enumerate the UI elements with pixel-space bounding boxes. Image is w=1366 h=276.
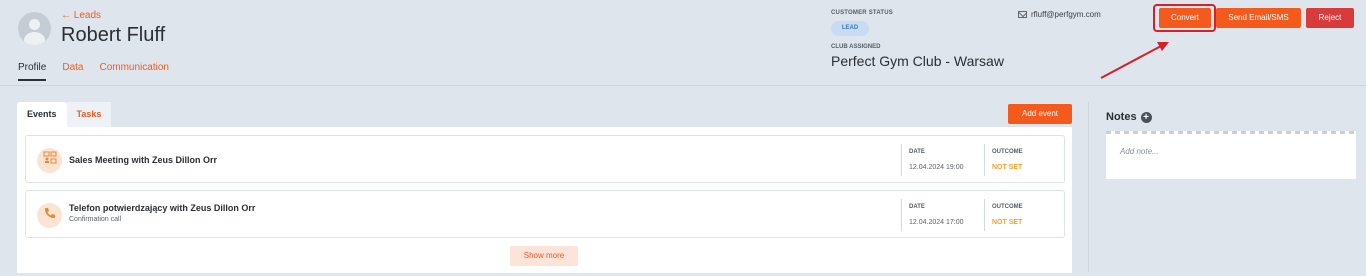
events-tasks-tabs: Events Tasks	[17, 102, 112, 127]
date-label: DATE	[909, 149, 925, 155]
email-contact[interactable]: rfluff@perfgym.com	[1018, 10, 1101, 19]
date-label: DATE	[909, 204, 925, 210]
event-outcome: NOT SET	[992, 164, 1023, 171]
tab-communication[interactable]: Communication	[99, 62, 168, 81]
club-assigned-label: CLUB ASSIGNED	[831, 44, 881, 50]
tab-profile[interactable]: Profile	[18, 62, 47, 81]
event-card[interactable]: Sales Meeting with Zeus Dillon Orr DATE …	[25, 135, 1065, 183]
customer-status-label: CUSTOMER STATUS	[831, 10, 894, 16]
event-subtitle: Confirmation call	[69, 216, 122, 223]
notes-input-area[interactable]: Add note...	[1106, 131, 1356, 179]
tab-events[interactable]: Events	[17, 102, 67, 127]
avatar	[18, 12, 51, 45]
phone-icon	[37, 203, 62, 228]
show-more-button[interactable]: Show more	[510, 246, 578, 266]
notes-header: Notes +	[1106, 111, 1152, 123]
convert-highlight-box	[1153, 4, 1216, 32]
status-badge: LEAD	[831, 21, 869, 36]
reject-button[interactable]: Reject	[1306, 8, 1354, 28]
outcome-label: OUTCOME	[992, 204, 1023, 210]
event-title: Sales Meeting with Zeus Dillon Orr	[69, 155, 218, 165]
event-date: 12.04.2024 17:00	[909, 219, 964, 226]
back-to-leads-link[interactable]: ← Leads	[61, 10, 101, 21]
add-event-button[interactable]: Add event	[1008, 104, 1072, 124]
send-email-sms-button[interactable]: Send Email/SMS	[1216, 8, 1301, 28]
club-name: Perfect Gym Club - Warsaw	[831, 53, 1004, 69]
event-card[interactable]: Telefon potwierdzający with Zeus Dillon …	[25, 190, 1065, 238]
event-outcome: NOT SET	[992, 219, 1023, 226]
events-panel: Sales Meeting with Zeus Dillon Orr DATE …	[17, 127, 1072, 273]
event-date: 12.04.2024 19:00	[909, 164, 964, 171]
pointer-arrow	[1100, 42, 1169, 79]
column-divider	[1088, 102, 1089, 272]
notes-placeholder: Add note...	[1120, 147, 1159, 156]
email-text: rfluff@perfgym.com	[1031, 10, 1101, 19]
profile-tabs: Profile Data Communication	[18, 62, 185, 81]
tab-tasks[interactable]: Tasks	[66, 102, 112, 127]
notes-title: Notes	[1106, 111, 1137, 123]
event-title: Telefon potwierdzający with Zeus Dillon …	[69, 203, 256, 213]
tab-data[interactable]: Data	[62, 62, 83, 81]
page-title: Robert Fluff	[61, 24, 166, 46]
mail-icon	[1018, 11, 1027, 18]
meeting-icon	[37, 148, 62, 173]
add-note-plus-icon[interactable]: +	[1140, 111, 1152, 123]
outcome-label: OUTCOME	[992, 149, 1023, 155]
